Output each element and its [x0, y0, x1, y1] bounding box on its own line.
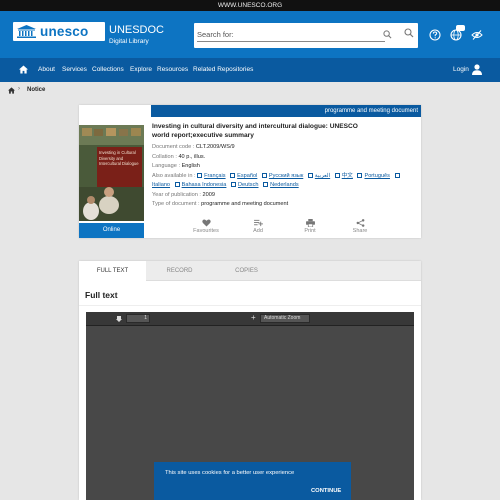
- lang-link-nl[interactable]: Nederlands: [270, 182, 299, 188]
- external-link-icon: [334, 172, 340, 178]
- share-label: Share: [352, 228, 368, 234]
- meta-value: 40 p., illus.: [178, 154, 206, 160]
- also-available-label: Also available in :: [152, 173, 196, 179]
- full-text-heading: Full text: [85, 290, 118, 300]
- tab-copies[interactable]: COPIES: [213, 261, 280, 281]
- cover-image: [79, 125, 144, 221]
- main-nav: About Services Collections Explore Resou…: [0, 58, 500, 82]
- nav-related-repositories[interactable]: Related Repositories: [193, 66, 253, 73]
- meta-year: Year of publication : 2009: [152, 192, 215, 198]
- favourites-button[interactable]: Favourites: [192, 219, 220, 234]
- login-link[interactable]: Login: [453, 66, 469, 73]
- temple-icon: [17, 25, 36, 38]
- lang-link-de[interactable]: Deutsch: [238, 182, 259, 188]
- advanced-search-icon[interactable]: [404, 28, 414, 38]
- nav-resources[interactable]: Resources: [157, 66, 188, 73]
- document-title: Investing in cultural diversity and inte…: [152, 123, 358, 139]
- external-link-icon: [357, 172, 363, 178]
- nav-explore[interactable]: Explore: [130, 66, 152, 73]
- print-label: Print: [304, 228, 316, 234]
- meta-collation: Collation : 40 p., illus.: [152, 154, 205, 160]
- external-link-icon: [261, 172, 267, 178]
- meta-value: CLT.2009/WS/9: [195, 144, 235, 150]
- heart-icon: [201, 219, 211, 227]
- share-button[interactable]: Share: [350, 219, 370, 234]
- meta-value: 2009: [202, 192, 215, 198]
- tab-bar: FULL TEXT RECORD COPIES: [79, 261, 421, 282]
- external-link-icon: [230, 181, 236, 187]
- breadcrumb-current: Notice: [27, 87, 46, 93]
- meta-value: programme and meeting document: [201, 201, 289, 207]
- brand-subtitle: Digital Library: [109, 38, 149, 45]
- document-type-band: programme and meeting document: [151, 105, 421, 117]
- lang-link-ar[interactable]: العربية: [315, 173, 330, 179]
- user-icon[interactable]: [472, 64, 482, 75]
- cover-title: Investing in Cultural Diversity and Inte…: [99, 150, 139, 166]
- nav-about[interactable]: About: [38, 66, 55, 73]
- external-link-icon: [230, 172, 236, 178]
- cookie-text: This site uses cookies for a better user…: [165, 470, 295, 476]
- page-number-input[interactable]: 1: [126, 314, 150, 323]
- lang-link-ru[interactable]: Русский язык: [269, 173, 303, 179]
- meta-key: Language :: [152, 163, 180, 169]
- meta-language: Language : English: [152, 163, 200, 169]
- print-button[interactable]: Print: [301, 219, 319, 234]
- external-link-icon: [174, 181, 180, 187]
- lang-link-pt[interactable]: Português: [364, 173, 390, 179]
- language-badge-icon: [456, 25, 465, 31]
- lang-link-es[interactable]: Español: [237, 173, 257, 179]
- cookie-banner: This site uses cookies for a better user…: [154, 462, 351, 500]
- pdf-toolbar: 1 + Automatic Zoom: [86, 312, 414, 326]
- favourites-label: Favourites: [193, 228, 219, 234]
- nav-collections[interactable]: Collections: [92, 66, 124, 73]
- add-button[interactable]: Add: [249, 219, 267, 234]
- meta-key: Year of publication :: [152, 192, 201, 198]
- notice-card: programme and meeting document Investing…: [79, 105, 421, 238]
- external-link-icon: [197, 172, 203, 178]
- home-icon[interactable]: [19, 65, 28, 74]
- search-icon[interactable]: [383, 30, 392, 39]
- meta-key: Collation :: [152, 154, 177, 160]
- also-available-in: Also available in : Français Español Рус…: [152, 172, 421, 190]
- share-icon: [356, 219, 364, 227]
- accessibility-eye-icon[interactable]: [471, 29, 483, 41]
- next-page-icon[interactable]: [116, 316, 122, 322]
- unesco-site-link[interactable]: WWW.UNESCO.ORG: [0, 0, 500, 11]
- unesco-logo[interactable]: unesco: [13, 22, 105, 41]
- divider: [79, 305, 421, 306]
- lang-link-zh[interactable]: 中文: [342, 173, 353, 179]
- lang-link-it[interactable]: Italiano: [152, 182, 170, 188]
- search-input[interactable]: [197, 30, 367, 39]
- add-label: Add: [253, 228, 263, 234]
- external-link-icon: [307, 172, 313, 178]
- tab-record[interactable]: RECORD: [146, 261, 213, 281]
- help-icon[interactable]: [429, 29, 441, 41]
- external-link-icon: [394, 172, 400, 178]
- breadcrumb-separator-icon: ›: [18, 86, 20, 92]
- meta-document-type: Type of document : programme and meeting…: [152, 201, 288, 207]
- zoom-in-icon[interactable]: +: [251, 313, 256, 322]
- cover-thumbnail[interactable]: Investing in Cultural Diversity and Inte…: [79, 125, 144, 221]
- brand-title[interactable]: UNESDOC: [109, 24, 164, 36]
- search-underline: [197, 41, 385, 42]
- meta-value: English: [181, 163, 200, 169]
- meta-document-code: Document code : CLT.2009/WS/9: [152, 144, 235, 150]
- print-icon: [305, 219, 315, 227]
- lang-link-fr[interactable]: Français: [204, 173, 225, 179]
- cookie-continue-button[interactable]: CONTINUE: [311, 488, 341, 494]
- external-link-icon: [263, 181, 269, 187]
- logo-wordmark: unesco: [40, 24, 89, 39]
- zoom-select[interactable]: Automatic Zoom: [260, 314, 310, 323]
- tab-active-indicator: [79, 280, 146, 282]
- breadcrumb-home-icon[interactable]: [8, 87, 15, 94]
- online-button[interactable]: Online: [79, 223, 144, 238]
- header: unesco UNESDOC Digital Library: [0, 11, 500, 58]
- nav-services[interactable]: Services: [62, 66, 87, 73]
- lang-link-id[interactable]: Bahasa Indonesia: [182, 182, 227, 188]
- meta-key: Document code :: [152, 144, 195, 150]
- playlist-add-icon: [253, 219, 263, 227]
- tab-full-text[interactable]: FULL TEXT: [79, 261, 146, 281]
- meta-key: Type of document :: [152, 201, 200, 207]
